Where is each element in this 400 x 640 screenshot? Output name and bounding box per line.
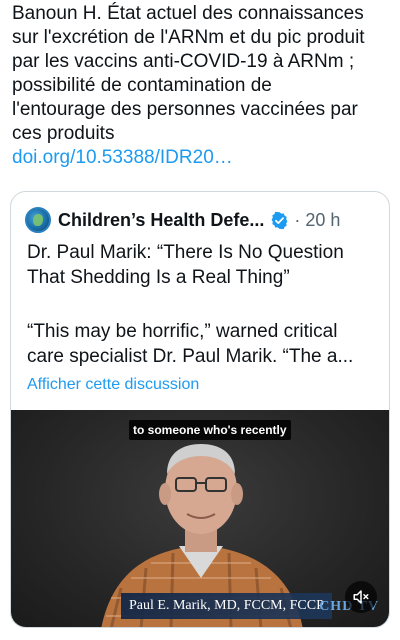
tweet-line: Banoun H. État actuel des connaissances xyxy=(12,3,364,24)
excerpt-line: care specialist Dr. Paul Marik. “The a..… xyxy=(27,346,354,367)
mute-button[interactable] xyxy=(345,581,377,613)
timestamp[interactable]: · 20 h xyxy=(294,210,340,231)
show-thread-link[interactable]: Afficher cette discussion xyxy=(27,376,199,394)
speaker-muted-icon xyxy=(353,590,369,604)
tweet-line: par les vaccins anti-COVID-19 à ARNm ; xyxy=(12,51,355,72)
tweet-text: Banoun H. État actuel des connaissances … xyxy=(12,2,396,170)
verified-badge-icon xyxy=(271,211,288,229)
headline-line: Dr. Paul Marik: “There Is No Question xyxy=(27,242,344,263)
headline-line: That Shedding Is a Real Thing” xyxy=(27,267,290,288)
tweet-line: sur l'excrétion de l'ARNm et du pic prod… xyxy=(12,27,365,48)
excerpt-line: “This may be horrific,” warned critical xyxy=(27,321,338,342)
quote-excerpt: “This may be horrific,” warned critical … xyxy=(27,319,377,369)
quote-headline: Dr. Paul Marik: “There Is No Question Th… xyxy=(27,240,377,290)
video-player[interactable]: to someone who's recently Paul E. Marik,… xyxy=(11,410,389,627)
author-name[interactable]: Children’s Health Defe... xyxy=(58,210,264,231)
tweet-line: ces produits xyxy=(12,123,115,144)
avatar[interactable] xyxy=(25,207,51,233)
doi-link[interactable]: doi.org/10.53388/IDR20… xyxy=(12,146,396,170)
video-name-banner: Paul E. Marik, MD, FCCM, FCCP xyxy=(121,593,332,619)
tweet-line: l'entourage des personnes vaccinées par xyxy=(12,99,358,120)
quote-header: Children’s Health Defe... · 20 h xyxy=(25,206,379,234)
tweet-line: possibilité de contamination de xyxy=(12,75,272,96)
video-caption: to someone who's recently xyxy=(129,420,291,440)
quoted-tweet-card[interactable]: Children’s Health Defe... · 20 h Dr. Pau… xyxy=(10,191,390,628)
